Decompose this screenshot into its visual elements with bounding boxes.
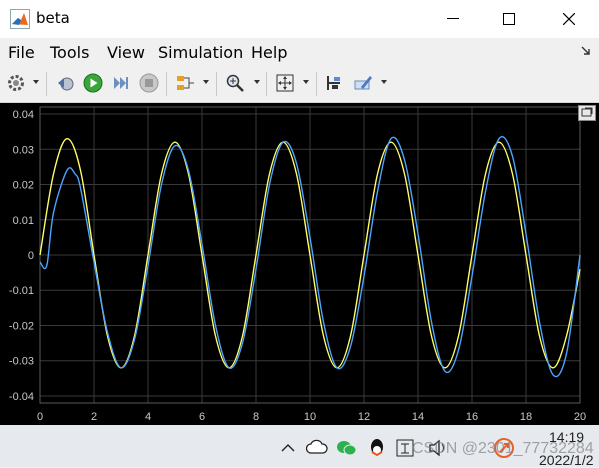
fit-dropdown-icon[interactable] [303, 80, 309, 84]
menu-help[interactable]: Help [251, 43, 287, 62]
fit-to-view-icon[interactable] [274, 72, 296, 94]
menu-file[interactable]: File [8, 43, 35, 62]
toolbar-separator [216, 72, 217, 96]
step-back-icon[interactable] [55, 72, 77, 94]
menu-bar: File Tools View Simulation Help [0, 38, 599, 66]
zoom-icon[interactable] [224, 72, 246, 94]
menu-tools[interactable]: Tools [50, 43, 89, 62]
y-tick-label: -0.04 [9, 391, 34, 403]
x-tick-label: 12 [358, 411, 370, 423]
y-tick-label: 0 [28, 250, 34, 262]
toolbar-separator [46, 72, 47, 96]
toolbar-separator [266, 72, 267, 96]
settings-gear-icon[interactable] [5, 72, 27, 94]
chevron-up-icon[interactable] [280, 441, 296, 459]
cursor-measure-icon[interactable] [323, 72, 345, 94]
x-tick-label: 8 [253, 411, 259, 423]
windows-taskbar: CSDN @2301_77732284 14:19 2022/1/2 [0, 425, 599, 468]
wechat-icon[interactable] [336, 439, 358, 462]
signal-dropdown-icon[interactable] [203, 80, 209, 84]
x-tick-label: 2 [91, 411, 97, 423]
close-button[interactable] [540, 0, 598, 38]
y-tick-label: 0.02 [13, 180, 34, 192]
zoom-dropdown-icon[interactable] [254, 80, 260, 84]
scope-plot: 0 2 4 6 8 10 12 14 16 18 20 0.04 0.03 0.02 0.01 0 -0.01 -… [9, 106, 586, 423]
settings-dropdown-icon[interactable] [33, 80, 39, 84]
y-tick-label: 0.04 [13, 109, 34, 121]
minimize-button[interactable] [424, 0, 482, 38]
y-tick-label: -0.02 [9, 320, 34, 332]
stop-icon[interactable] [138, 72, 160, 94]
scope-display[interactable]: 0 2 4 6 8 10 12 14 16 18 20 0.04 0.03 0.02 0.01 0 -0.01 -… [0, 103, 599, 425]
toolbar-separator [316, 72, 317, 96]
undock-axes-icon[interactable] [578, 105, 596, 121]
run-icon[interactable] [82, 72, 104, 94]
x-tick-label: 4 [145, 411, 151, 423]
highlight-pen-icon[interactable] [352, 72, 374, 94]
x-tick-label: 6 [199, 411, 205, 423]
x-tick-label: 18 [520, 411, 532, 423]
window-title: beta [36, 9, 70, 27]
highlight-dropdown-icon[interactable] [381, 80, 387, 84]
signal-select-icon[interactable] [174, 72, 196, 94]
dock-arrow-icon[interactable] [580, 44, 592, 62]
cloud-icon[interactable] [305, 439, 328, 460]
clock-time[interactable]: 14:19 [549, 429, 584, 445]
x-tick-label: 20 [574, 411, 586, 423]
qq-icon[interactable] [368, 437, 386, 464]
toolbar-separator [166, 72, 167, 96]
x-tick-label: 16 [466, 411, 478, 423]
y-tick-label: -0.01 [9, 285, 34, 297]
toolbar [0, 66, 599, 103]
y-tick-label: 0.01 [13, 215, 34, 227]
menu-simulation[interactable]: Simulation [158, 43, 243, 62]
x-tick-label: 14 [412, 411, 424, 423]
maximize-button[interactable] [480, 0, 538, 38]
step-forward-icon[interactable] [110, 72, 132, 94]
matlab-app-icon [10, 9, 30, 29]
title-bar: beta [0, 0, 599, 38]
clock-date[interactable]: 2022/1/2 [539, 452, 594, 468]
menu-view[interactable]: View [107, 43, 145, 62]
x-tick-label: 0 [37, 411, 43, 423]
x-tick-label: 10 [304, 411, 316, 423]
y-tick-label: -0.03 [9, 356, 34, 368]
y-tick-label: 0.03 [13, 144, 34, 156]
